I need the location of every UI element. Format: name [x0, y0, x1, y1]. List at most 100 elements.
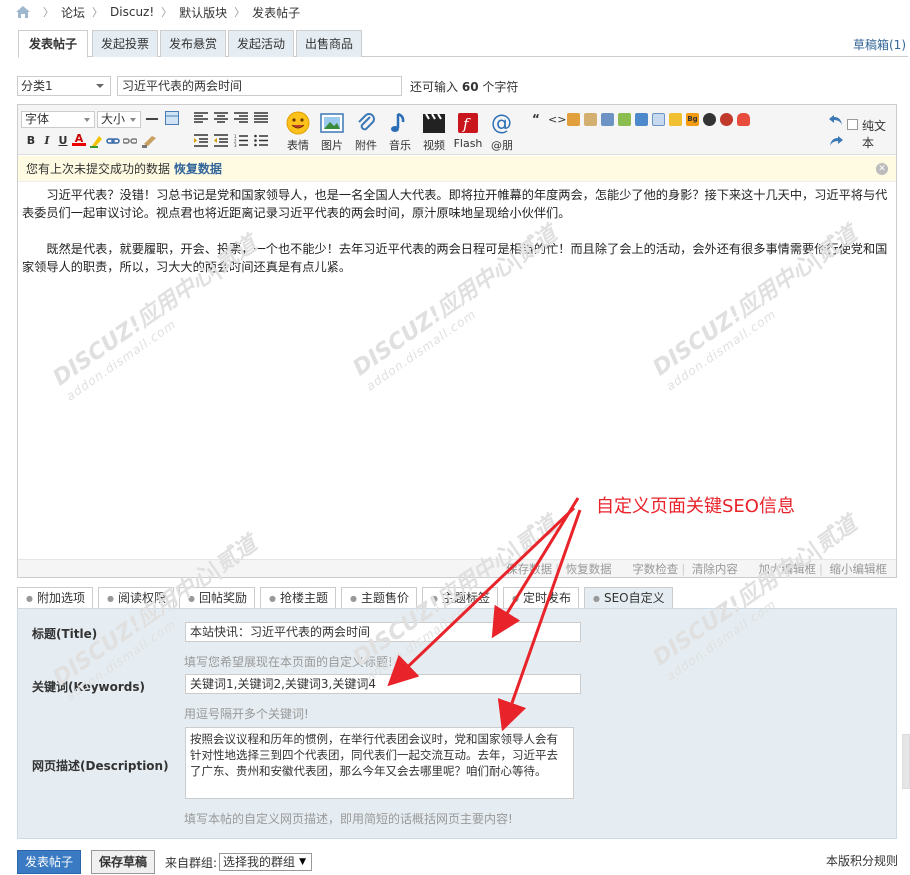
content-paragraph: 既然是代表，就要履职，开会、投票，一个也不能少！去年习近平代表的两会日程可是相当… [22, 242, 888, 274]
seo-keywords-input[interactable]: 关键词1,关键词2,关键词3,关键词4 [185, 674, 581, 694]
align-left-icon[interactable] [194, 112, 208, 124]
clear-content-link[interactable]: 清除内容 [692, 562, 738, 576]
music-button[interactable]: 音乐 [383, 111, 417, 153]
media-icon[interactable] [703, 113, 716, 126]
password-icon[interactable] [669, 113, 682, 126]
emoticon-button[interactable]: 表情 [281, 111, 315, 153]
editor-content[interactable]: 习近平代表？没错！习总书记是党和国家领导人，也是一名全国人大代表。即将拉开帷幕的… [18, 183, 896, 294]
ghost-icon[interactable] [720, 113, 733, 126]
tab-bullet: ● [350, 594, 357, 603]
subject-input[interactable]: 习近平代表的两会时间 [117, 76, 402, 96]
tab-thread-tags[interactable]: ● 主题标签 [422, 587, 498, 608]
tab-activity[interactable]: 发起活动 [228, 30, 294, 57]
word-count-link[interactable]: 字数检查 [632, 562, 678, 576]
plain-text-checkbox[interactable] [847, 119, 858, 130]
credit-rules-link[interactable]: 本版积分规则 [826, 852, 898, 869]
italic-button[interactable]: I [40, 134, 54, 148]
page-break-icon[interactable] [618, 113, 631, 126]
tab-label: 附加选项 [36, 591, 85, 605]
tab-label: 主题标签 [441, 591, 490, 605]
clapperboard-icon [423, 113, 445, 133]
align-right-icon[interactable] [234, 112, 248, 124]
paperclip-icon [358, 113, 375, 131]
tab-label: 定时发布 [522, 591, 571, 605]
code-icon[interactable]: <> [548, 113, 566, 126]
attachment-button[interactable]: 附件 [349, 111, 383, 153]
tab-reply-reward[interactable]: ● 回帖奖励 [179, 587, 255, 608]
flash-label: Flash [453, 137, 483, 150]
highlight-icon[interactable] [90, 134, 104, 148]
tab-reward[interactable]: 发布悬赏 [160, 30, 226, 57]
save-draft-button[interactable]: 保存草稿 [91, 850, 155, 874]
tab-thread-price[interactable]: ● 主题售价 [341, 587, 417, 608]
drafts-link[interactable]: 草稿箱(1) [853, 36, 906, 53]
breadcrumb-discuz[interactable]: Discuz! [110, 5, 154, 19]
indent-icon[interactable] [194, 134, 208, 147]
redo-icon[interactable] [828, 135, 844, 147]
video-button[interactable]: 视频 [417, 111, 451, 153]
scrollbar-thumb[interactable] [902, 734, 910, 789]
quote-icon[interactable]: “ [532, 113, 545, 126]
tab-extra-options[interactable]: ● 附加选项 [17, 587, 93, 608]
mention-button[interactable]: @ @朋 [485, 111, 519, 153]
custom-tag-icon[interactable] [737, 113, 750, 126]
bullet-list-icon[interactable] [254, 134, 268, 147]
free-content-icon[interactable] [601, 113, 614, 126]
restore-data-link[interactable]: 恢复数据 [174, 162, 222, 176]
category-select[interactable]: 分类1 [17, 76, 111, 96]
hide-icon[interactable] [567, 113, 580, 126]
align-justify-icon[interactable] [254, 112, 268, 124]
unlink-icon[interactable] [123, 134, 137, 148]
font-family-select[interactable]: 字体 [21, 111, 95, 128]
font-size-select[interactable]: 大小 [97, 111, 141, 128]
editor-toolbar: 字体 大小 B I U A 123 表情 图片 附件 音乐 视频 f Flash… [18, 105, 896, 155]
category-value: 分类1 [21, 79, 53, 93]
enlarge-editor-link[interactable]: 加大编辑框 [758, 562, 816, 576]
font-color-button[interactable]: A [72, 132, 86, 146]
table-icon[interactable] [165, 111, 179, 125]
breadcrumb-forum[interactable]: 论坛 [61, 4, 85, 21]
breadcrumb-board[interactable]: 默认版块 [179, 4, 227, 21]
link-icon[interactable] [106, 134, 120, 148]
flash-icon: f [458, 113, 478, 133]
home-icon[interactable] [16, 6, 30, 18]
tab-read-permission[interactable]: ● 阅读权限 [98, 587, 174, 608]
lock-icon[interactable] [584, 113, 597, 126]
undo-icon[interactable] [828, 114, 844, 126]
tab-floor-grab[interactable]: ● 抢楼主题 [260, 587, 336, 608]
align-center-icon[interactable] [214, 112, 228, 124]
table-insert-icon[interactable] [652, 113, 665, 126]
mention-label: @朋 [491, 139, 513, 152]
tab-seo-custom[interactable]: ● SEO自定义 [584, 587, 673, 608]
tab-trade[interactable]: 出售商品 [296, 30, 362, 57]
outdent-icon[interactable] [214, 134, 228, 147]
seo-title-input[interactable]: 本站快讯：习近平代表的两会时间 [185, 622, 581, 642]
format-paint-icon[interactable] [142, 134, 158, 148]
group-select[interactable]: 选择我的群组 ▼ [219, 853, 313, 871]
close-icon[interactable]: ✕ [876, 163, 888, 175]
save-data-link[interactable]: 保存数据 [506, 562, 552, 576]
bold-button[interactable]: B [24, 134, 38, 148]
index-icon[interactable] [635, 113, 648, 126]
tab-new-post[interactable]: 发表帖子 [18, 30, 88, 58]
image-button[interactable]: 图片 [315, 111, 349, 153]
restore-data-link-bottom[interactable]: 恢复数据 [566, 562, 612, 576]
seo-description-textarea[interactable]: 按照会议议程和历年的惯例，在举行代表团会议时，党和国家领导人会有针对性地选择三到… [185, 727, 574, 799]
ordered-list-icon[interactable]: 123 [234, 134, 248, 147]
bg-icon[interactable]: Bg [686, 113, 699, 126]
remaining-count: 60 [461, 79, 479, 94]
horizontal-rule-icon[interactable] [146, 113, 158, 125]
flash-button[interactable]: f Flash [451, 111, 485, 150]
tab-label: 主题售价 [360, 591, 409, 605]
font-select-label: 字体 [25, 112, 50, 126]
tab-bullet: ● [512, 594, 519, 603]
post-button[interactable]: 发表帖子 [17, 850, 81, 874]
tab-bullet: ● [26, 594, 33, 603]
tab-poll[interactable]: 发起投票 [92, 30, 158, 57]
tab-label: 阅读权限 [117, 591, 166, 605]
tab-scheduled-post[interactable]: ● 定时发布 [503, 587, 579, 608]
underline-button[interactable]: U [56, 134, 70, 148]
shrink-editor-link[interactable]: 缩小编辑框 [830, 562, 888, 576]
remaining-prefix: 还可输入 [410, 79, 459, 94]
seo-keywords-hint: 用逗号隔开多个关键词! [184, 707, 309, 721]
